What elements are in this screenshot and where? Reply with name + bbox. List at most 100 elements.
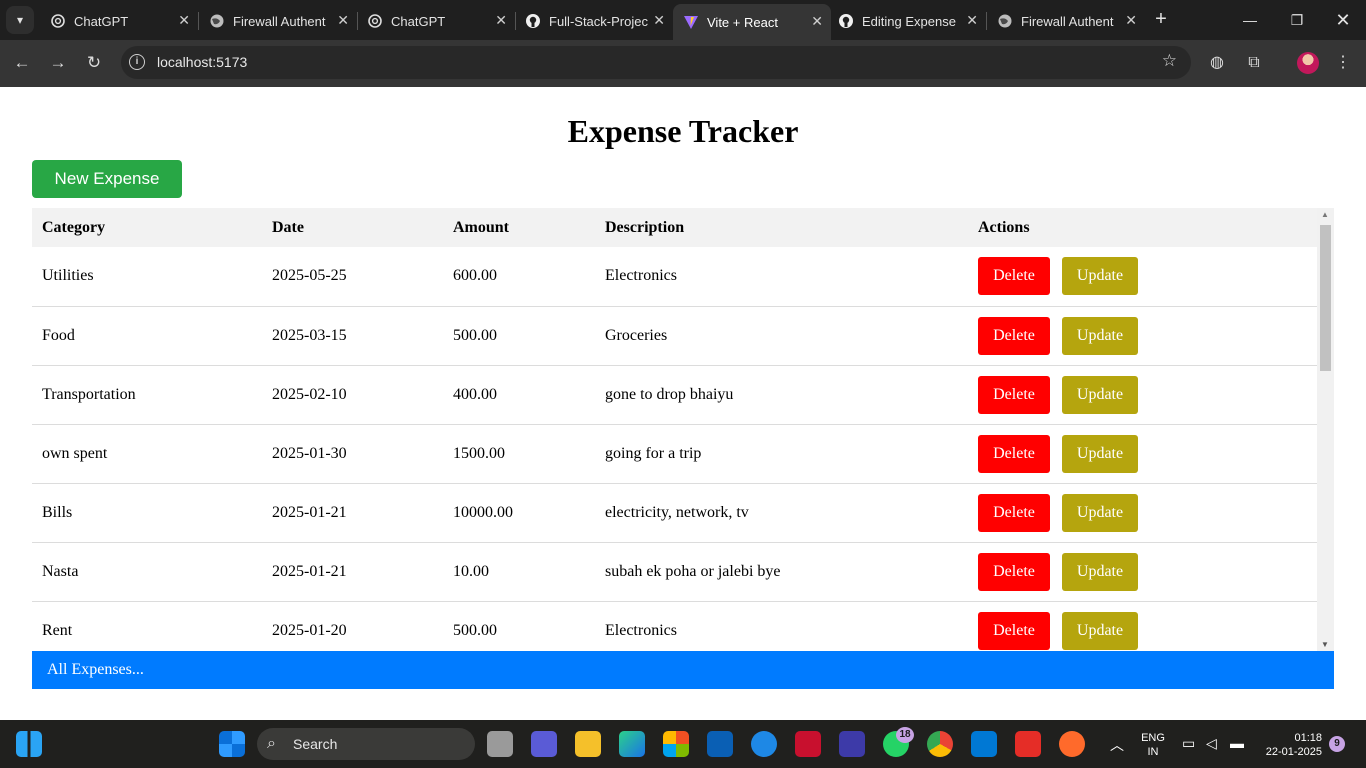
- translate-globe-icon[interactable]: ◍: [1206, 52, 1228, 74]
- table-scrollbar[interactable]: ▲ ▼: [1317, 208, 1334, 651]
- bookmark-star-icon[interactable]: ☆: [1162, 51, 1177, 71]
- scroll-down-arrow-icon[interactable]: ▼: [1321, 640, 1329, 649]
- notification-badge[interactable]: 9: [1329, 736, 1345, 752]
- openai-icon: [50, 13, 66, 29]
- delete-button[interactable]: Delete: [978, 316, 1050, 355]
- cell-description: Electronics: [605, 267, 677, 285]
- update-button[interactable]: Update: [1062, 257, 1138, 296]
- table-row: Transportation 2025-02-10 400.00 gone to…: [32, 365, 1317, 424]
- file-explorer-icon[interactable]: [575, 731, 601, 757]
- update-button[interactable]: Update: [1062, 375, 1138, 414]
- close-tab-icon[interactable]: ✕: [811, 13, 823, 30]
- delete-button[interactable]: Delete: [978, 375, 1050, 414]
- globe-icon: [997, 13, 1013, 29]
- cell-category: Utilities: [42, 267, 94, 285]
- cell-amount: 600.00: [453, 267, 497, 285]
- profile-avatar[interactable]: [1297, 52, 1319, 74]
- cell-amount: 1500.00: [453, 444, 505, 462]
- edge-icon[interactable]: [619, 731, 645, 757]
- restore-icon[interactable]: ❐: [1283, 8, 1311, 32]
- browser-tab[interactable]: Firewall Authent ✕: [199, 6, 357, 36]
- cell-actions: Delete Update: [968, 424, 1317, 483]
- delete-button[interactable]: Delete: [978, 611, 1050, 650]
- delete-button[interactable]: Delete: [978, 257, 1050, 296]
- table-header-row: Category Date Amount Description Actions: [32, 208, 1317, 247]
- cell-date: 2025-01-21: [272, 562, 347, 580]
- cell-description: gone to drop bhaiyu: [605, 385, 734, 403]
- cell-description: electricity, network, tv: [605, 503, 749, 521]
- postman-icon[interactable]: [1059, 731, 1085, 757]
- cell-amount: 500.00: [453, 326, 497, 344]
- volume-icon[interactable]: ◁: [1206, 735, 1217, 752]
- site-info-icon[interactable]: i: [129, 54, 145, 70]
- scroll-thumb[interactable]: [1320, 225, 1331, 371]
- store-icon[interactable]: [663, 731, 689, 757]
- cell-date: 2025-01-21: [272, 503, 347, 521]
- clock[interactable]: 01:18 22-01-2025: [1258, 731, 1322, 759]
- scroll-up-arrow-icon[interactable]: ▲: [1321, 210, 1329, 219]
- expense-table: Category Date Amount Description Actions…: [32, 208, 1317, 651]
- taskbar-search-box[interactable]: ⌕ Search: [257, 728, 475, 760]
- close-tab-icon[interactable]: ✕: [1125, 12, 1137, 29]
- update-button[interactable]: Update: [1062, 493, 1138, 532]
- dev-tool-icon[interactable]: [839, 731, 865, 757]
- update-button[interactable]: Update: [1062, 434, 1138, 473]
- browser-tab[interactable]: ChatGPT ✕: [40, 6, 198, 36]
- update-button[interactable]: Update: [1062, 316, 1138, 355]
- cell-actions: Delete Update: [968, 542, 1317, 601]
- delete-button[interactable]: Delete: [978, 434, 1050, 473]
- search-icon: ⌕: [267, 735, 276, 752]
- chrome-icon[interactable]: [927, 731, 953, 757]
- help-icon[interactable]: [751, 731, 777, 757]
- close-window-icon[interactable]: ✕: [1329, 8, 1357, 32]
- url-text[interactable]: localhost:5173: [157, 54, 247, 70]
- update-button[interactable]: Update: [1062, 552, 1138, 591]
- language-indicator[interactable]: ENG IN: [1136, 731, 1170, 759]
- cell-description: going for a trip: [605, 444, 702, 462]
- cell-category: Bills: [42, 503, 73, 521]
- new-expense-button[interactable]: New Expense: [32, 160, 182, 198]
- show-hidden-icons-icon[interactable]: ︿: [1110, 735, 1124, 755]
- taskbar-search-label: Search: [293, 736, 338, 752]
- close-tab-icon[interactable]: ✕: [178, 12, 190, 29]
- battery-icon[interactable]: ▬: [1230, 735, 1244, 751]
- cell-date: 2025-03-15: [272, 326, 347, 344]
- start-windows-icon[interactable]: [219, 731, 245, 757]
- update-button[interactable]: Update: [1062, 611, 1138, 650]
- cell-amount: 10.00: [453, 562, 489, 580]
- browser-tab[interactable]: ChatGPT ✕: [357, 6, 515, 36]
- close-tab-icon[interactable]: ✕: [653, 12, 665, 29]
- clock-time: 01:18: [1294, 732, 1322, 744]
- address-bar[interactable]: i localhost:5173 ☆: [121, 46, 1191, 79]
- browser-tab[interactable]: Firewall Authent ✕: [987, 6, 1145, 36]
- tab-title: Editing Expense: [862, 13, 956, 29]
- tab-title: Vite + React: [707, 14, 778, 30]
- minimize-icon[interactable]: —: [1236, 8, 1264, 32]
- reload-icon[interactable]: ↻: [82, 51, 106, 75]
- close-tab-icon[interactable]: ✕: [966, 12, 978, 29]
- hp-app-icon[interactable]: [707, 731, 733, 757]
- delete-button[interactable]: Delete: [978, 552, 1050, 591]
- vscode-icon[interactable]: [971, 731, 997, 757]
- youtube-icon[interactable]: [1015, 731, 1041, 757]
- clock-date: 22-01-2025: [1265, 746, 1322, 758]
- network-icon[interactable]: ▭: [1182, 735, 1195, 752]
- extensions-icon[interactable]: ⧉: [1243, 52, 1265, 74]
- close-tab-icon[interactable]: ✕: [337, 12, 349, 29]
- widgets-icon[interactable]: [16, 731, 42, 757]
- browser-tab[interactable]: Editing Expense ✕: [828, 6, 986, 36]
- forward-icon[interactable]: →: [46, 51, 70, 75]
- browser-tab[interactable]: Full-Stack-Projec ✕: [515, 6, 673, 36]
- column-header-category: Category: [42, 218, 106, 236]
- close-tab-icon[interactable]: ✕: [495, 12, 507, 29]
- browser-toolbar: ← → ↻ i localhost:5173 ☆ ◍ ⧉ ⋮: [0, 40, 1366, 87]
- delete-button[interactable]: Delete: [978, 493, 1050, 532]
- tab-search-icon[interactable]: ▾: [6, 6, 34, 34]
- meet-video-icon[interactable]: [531, 731, 557, 757]
- mcafee-icon[interactable]: [795, 731, 821, 757]
- browser-tab-active[interactable]: Vite + React ✕: [673, 4, 831, 40]
- new-tab-icon[interactable]: +: [1150, 8, 1172, 30]
- task-view-icon[interactable]: [487, 731, 513, 757]
- menu-kebab-icon[interactable]: ⋮: [1332, 52, 1354, 74]
- back-icon[interactable]: ←: [10, 51, 34, 75]
